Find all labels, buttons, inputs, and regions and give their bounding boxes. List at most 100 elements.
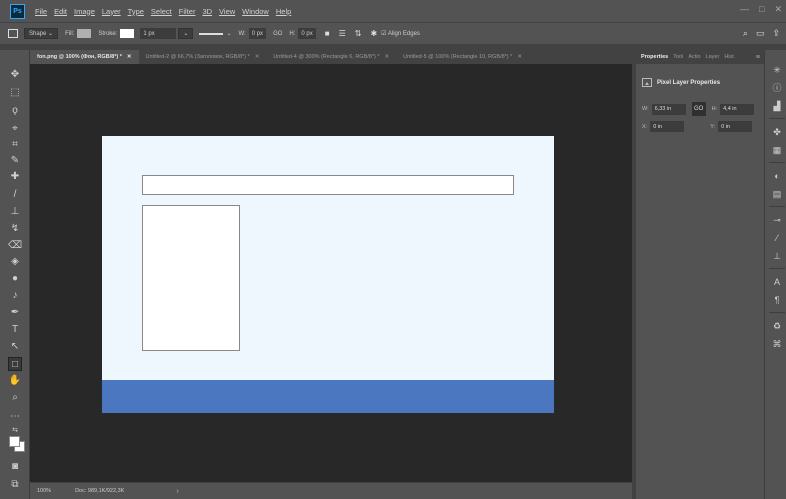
glyphs-icon[interactable]: ⌘ [770,338,784,350]
move-tool-icon[interactable]: ✥ [8,68,22,82]
character-icon[interactable]: A [770,276,784,288]
path-arrangement-icon[interactable]: ⇅ [355,29,362,38]
tab-tool-presets[interactable]: Tool [673,54,683,60]
y-input[interactable]: 0 in [718,121,753,132]
styles-icon[interactable]: ⁄ [770,232,784,244]
foreground-color-swatch[interactable] [9,436,20,447]
menu-window[interactable]: Window [242,7,269,16]
link-icon[interactable]: GO [691,102,706,116]
gear-icon[interactable]: ✱ [370,29,377,38]
shape-mode-value: Shape [29,30,47,37]
info-icon[interactable]: ⓘ [770,82,784,94]
path-operations-icon[interactable]: ■ [325,29,330,38]
hand-tool-icon[interactable]: ✋ [8,374,22,388]
width-input[interactable]: 0 px [248,28,267,39]
marquee-tool-icon[interactable]: ⬚ [8,86,22,100]
menu-filter[interactable]: Filter [179,7,196,16]
stroke-type-picker[interactable] [199,32,224,35]
tab-label: Untitled-4 @ 300% (Rectangle 6, RGB/8*) … [273,54,380,60]
menu-layer[interactable]: Layer [102,7,121,16]
panel-menu-icon[interactable]: ≡ [756,54,760,61]
clone-source-icon[interactable]: ✤ [770,126,784,138]
color-swatches[interactable] [9,436,25,452]
close-icon[interactable]: ✕ [517,54,522,60]
tab-actions[interactable]: Actio [688,54,700,60]
history-brush-tool-icon[interactable]: ↯ [8,222,22,236]
pen-tool-icon[interactable]: ✒ [8,306,22,320]
more-tools-icon[interactable]: ⋯ [8,410,22,424]
x-input[interactable]: 0 in [650,121,685,132]
paths-icon[interactable]: ⊥ [770,250,784,262]
share-icon[interactable]: ⇪ [772,28,780,39]
libraries-icon[interactable]: ♻ [770,320,784,332]
close-button[interactable]: ✕ [774,4,782,15]
healing-brush-tool-icon[interactable]: ✚ [8,170,22,184]
tab-untitled-5[interactable]: Untitled-5 @ 100% (Rectangle 10, RGB/8*)… [396,50,529,64]
zoom-level[interactable]: 100% [37,488,51,494]
stroke-swatch[interactable] [120,29,135,38]
tab-fon[interactable]: fon.png @ 100% (Фон, RGB/8*) * ✕ [30,50,139,64]
status-menu-arrow[interactable]: › [176,488,178,495]
menu-3d[interactable]: 3D [202,7,212,16]
histogram-icon[interactable]: ▟ [770,100,784,112]
tab-label: fon.png @ 100% (Фон, RGB/8*) * [37,54,122,60]
close-icon[interactable]: ✕ [127,54,132,60]
path-alignment-icon[interactable]: ☰ [339,29,346,38]
tab-untitled-2[interactable]: Untitled-2 @ 66,7% (Заголовок, RGB/8*) *… [139,50,267,64]
brush-tool-icon[interactable]: / [8,188,22,202]
rectangle-tool-icon[interactable]: □ [8,357,22,371]
paint-bucket-tool-icon[interactable]: ◈ [8,255,22,269]
adjustments-icon[interactable]: ⊸ [770,214,784,226]
menu-file[interactable]: File [35,7,47,16]
tab-untitled-4[interactable]: Untitled-4 @ 300% (Rectangle 6, RGB/8*) … [266,50,396,64]
menu-type[interactable]: Type [128,7,144,16]
search-icon[interactable]: ⌕ [743,28,748,39]
shape-mode-dropdown[interactable]: Shape ⌄ [24,28,59,39]
menu-image[interactable]: Image [74,7,95,16]
screen-mode-icon[interactable]: ⧉ [8,478,22,492]
h-input[interactable]: 4,4 in [720,103,755,115]
photoshop-logo[interactable]: Ps [10,3,25,19]
paragraph-icon[interactable]: ¶ [770,294,784,306]
menu-edit[interactable]: Edit [54,7,67,16]
align-edges-checkbox[interactable]: ☑ Align Edges [381,30,420,37]
path-selection-tool-icon[interactable]: ↖ [8,340,22,354]
brush-settings-icon[interactable]: ✳ [770,64,784,76]
canvas-area[interactable] [30,64,632,482]
blur-tool-icon[interactable]: ● [8,272,22,286]
menu-help[interactable]: Help [276,7,291,16]
stroke-width-input[interactable]: 1 px [140,28,177,39]
maximize-button[interactable]: □ [759,4,764,15]
crop-tool-icon[interactable]: ⌗ [8,138,22,152]
lasso-tool-icon[interactable]: ϙ [8,104,22,118]
color-icon[interactable]: ◐ [770,170,784,182]
dodge-tool-icon[interactable]: ♪ [8,289,22,303]
stroke-type-chevron-icon[interactable]: ⌄ [226,30,231,37]
swatches-icon[interactable]: ▤ [770,188,784,200]
document-canvas[interactable] [102,136,554,413]
zoom-tool-icon[interactable]: ⌕ [8,391,22,405]
workspace-icon[interactable]: ▭ [756,28,765,39]
eraser-tool-icon[interactable]: ⌫ [8,239,22,253]
height-input[interactable]: 0 px [298,28,316,39]
w-input[interactable]: 6,33 in [651,103,686,115]
eyedropper-tool-icon[interactable]: ✎ [8,154,22,168]
clone-stamp-tool-icon[interactable]: ⊥ [8,205,22,219]
tab-properties[interactable]: Properties [641,54,668,60]
minimize-button[interactable]: — [740,4,749,15]
close-icon[interactable]: ✕ [384,54,389,60]
stroke-width-dropdown[interactable]: ⌄ [178,28,194,39]
rectangle-tool-preset-icon[interactable] [8,29,18,38]
close-icon[interactable]: ✕ [255,54,260,60]
height-label: H: [289,30,296,37]
fill-swatch[interactable] [77,29,92,38]
quick-selection-tool-icon[interactable]: ⌖ [8,122,22,136]
tab-layers[interactable]: Layer [706,54,720,60]
link-dimensions-button[interactable]: GO [273,31,282,37]
menu-select[interactable]: Select [151,7,172,16]
tab-history[interactable]: Hist [724,54,733,60]
menu-view[interactable]: View [219,7,235,16]
grid-icon[interactable]: ▦ [770,144,784,156]
type-tool-icon[interactable]: T [8,323,22,337]
quick-mask-icon[interactable]: ◙ [8,460,22,474]
